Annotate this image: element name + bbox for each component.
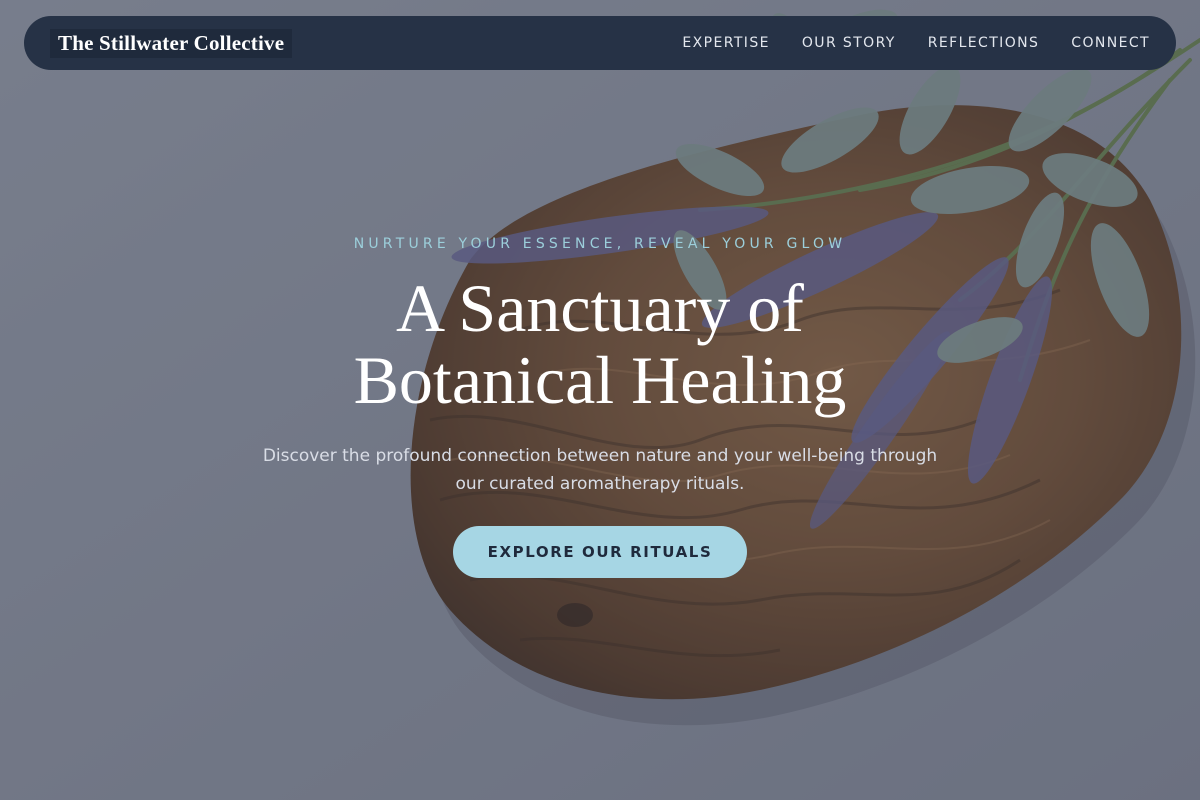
hero-eyebrow: NURTURE YOUR ESSENCE, REVEAL YOUR GLOW bbox=[353, 236, 847, 252]
explore-rituals-button[interactable]: EXPLORE OUR RITUALS bbox=[453, 526, 747, 578]
nav-link-expertise[interactable]: EXPERTISE bbox=[682, 35, 769, 51]
hero-headline-line-1: A Sanctuary of bbox=[396, 270, 804, 346]
nav-link-our-story[interactable]: OUR STORY bbox=[802, 35, 896, 51]
nav-links: EXPERTISE OUR STORY REFLECTIONS CONNECT bbox=[682, 35, 1150, 51]
hero-subtext: Discover the profound connection between… bbox=[262, 446, 938, 494]
hero-headline-line-2: Botanical Healing bbox=[353, 342, 847, 418]
brand-logo[interactable]: The Stillwater Collective bbox=[50, 28, 293, 58]
nav-link-connect[interactable]: CONNECT bbox=[1071, 35, 1150, 51]
nav-link-reflections[interactable]: REFLECTIONS bbox=[928, 35, 1040, 51]
hero-content: NURTURE YOUR ESSENCE, REVEAL YOUR GLOW A… bbox=[0, 236, 1200, 578]
hero-headline: A Sanctuary of Botanical Healing bbox=[0, 272, 1200, 416]
top-navbar: The Stillwater Collective EXPERTISE OUR … bbox=[24, 16, 1176, 70]
